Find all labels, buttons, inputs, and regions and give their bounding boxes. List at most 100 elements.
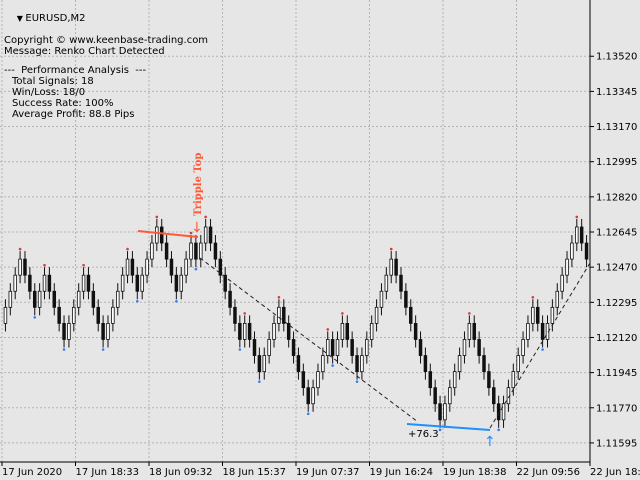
candle-bear (350, 339, 354, 356)
swing-low-dot (438, 428, 442, 432)
swing-high-dot (155, 215, 159, 219)
candle-bull (389, 258, 393, 276)
price-tick-label: 1.11770 (596, 403, 637, 414)
copyright-text: Copyright © www.keenbase-trading.com (4, 35, 209, 46)
candle-bear (174, 274, 179, 292)
candle-bear (282, 306, 286, 324)
swing-low-dot (101, 348, 105, 351)
candle-bear (492, 387, 496, 405)
candle-bear (130, 258, 135, 276)
candle-bear (330, 339, 335, 356)
candle-bull (565, 258, 569, 276)
swing-high-dot (43, 263, 46, 267)
candle-bear (291, 339, 296, 356)
win-loss: Win/Loss: 18/0 (12, 87, 86, 98)
candle-bull (203, 226, 208, 244)
candle-bear (28, 274, 32, 292)
price-tick-label: 1.12645 (596, 228, 637, 239)
candle-bull (111, 306, 115, 324)
total-signals: Total Signals: 18 (12, 76, 94, 87)
time-tick-label: 22 Jun 18:06 (590, 467, 640, 478)
swing-high-dot (243, 312, 247, 315)
candle-bull (106, 322, 110, 340)
swing-high-dot (575, 215, 579, 219)
candle-bear (101, 322, 105, 340)
symbol-title[interactable]: ▼ EURUSD,M2 (4, 2, 208, 35)
candle-bull (516, 355, 520, 373)
candle-bear (433, 387, 437, 405)
candle-bear (301, 371, 306, 389)
price-tick-label: 1.11945 (596, 368, 637, 379)
price-tick-label: 1.13345 (596, 87, 637, 98)
candle-bull (384, 274, 389, 292)
candle-bull (37, 290, 42, 308)
candle-bull (335, 339, 340, 356)
performance-header: --- Performance Analysis --- (4, 65, 147, 76)
time-tick-label: 17 Jun 2020 (2, 467, 62, 478)
swing-low-dot (62, 348, 66, 351)
time-tick-label: 18 Jun 09:32 (149, 467, 213, 478)
candle-bear (355, 355, 359, 373)
candle-bull (325, 339, 330, 356)
candle-bear (238, 322, 242, 340)
candle-bull (560, 274, 564, 292)
candle-bear (584, 242, 589, 260)
candle-bull (365, 339, 369, 356)
swing-high-dot (204, 215, 207, 219)
candle-bull (462, 339, 467, 356)
candle-bull (570, 242, 574, 260)
swing-high-dot (531, 295, 535, 299)
candle-bear (482, 355, 486, 373)
average-profit: Average Profit: 88.8 Pips (12, 109, 135, 120)
candle-bull (120, 274, 125, 292)
candle-bear (223, 274, 227, 292)
candle-bull (145, 258, 149, 276)
candle-bear (233, 306, 237, 324)
time-tick-label: 17 Jun 18:33 (76, 467, 140, 478)
candle-bear (213, 242, 218, 260)
time-tick-label: 19 Jun 07:37 (296, 467, 360, 478)
candle-bull (262, 355, 267, 373)
candle-bull (3, 306, 8, 324)
candle-bull (277, 306, 281, 324)
swing-low-dot (497, 428, 500, 432)
candle-bear (32, 290, 37, 308)
swing-low-dot (33, 316, 37, 319)
candle-bull (72, 306, 76, 324)
candle-bear (62, 322, 66, 340)
candle-bear (135, 274, 140, 292)
candle-bull (360, 355, 364, 373)
candle-bear (345, 322, 350, 340)
candle-bull (8, 290, 13, 308)
candle-bull (267, 339, 271, 356)
candle-bull (42, 274, 47, 292)
swing-high-dot (341, 312, 344, 315)
candle-bear (487, 371, 491, 389)
candle-bull (316, 371, 320, 389)
candle-bull (199, 242, 203, 260)
candle-bull (340, 322, 345, 340)
candle-bear (47, 274, 52, 292)
price-tick-label: 1.12120 (596, 333, 637, 344)
swing-high-dot (389, 247, 393, 251)
swing-low-dot (331, 364, 334, 367)
swing-low-dot (135, 299, 139, 303)
candle-bear (477, 339, 481, 356)
candle-bull (374, 306, 379, 324)
success-rate: Success Rate: 100% (12, 98, 114, 109)
candle-bull (18, 258, 22, 276)
up-arrow-icon: ↑ (484, 434, 496, 450)
candle-bull (13, 274, 17, 292)
candle-bear (409, 306, 413, 324)
candle-bear (257, 355, 262, 373)
time-tick-label: 18 Jun 15:37 (223, 467, 287, 478)
candle-bull (452, 371, 457, 389)
candle-bull (242, 322, 247, 340)
price-tick-label: 1.11595 (596, 438, 637, 449)
info-panel: ▼ EURUSD,M2 Copyright © www.keenbase-tra… (4, 2, 208, 120)
candle-bull (467, 322, 472, 340)
candle-bear (579, 226, 584, 244)
candle-bull (311, 387, 315, 405)
time-tick-label: 19 Jun 16:24 (370, 467, 434, 478)
